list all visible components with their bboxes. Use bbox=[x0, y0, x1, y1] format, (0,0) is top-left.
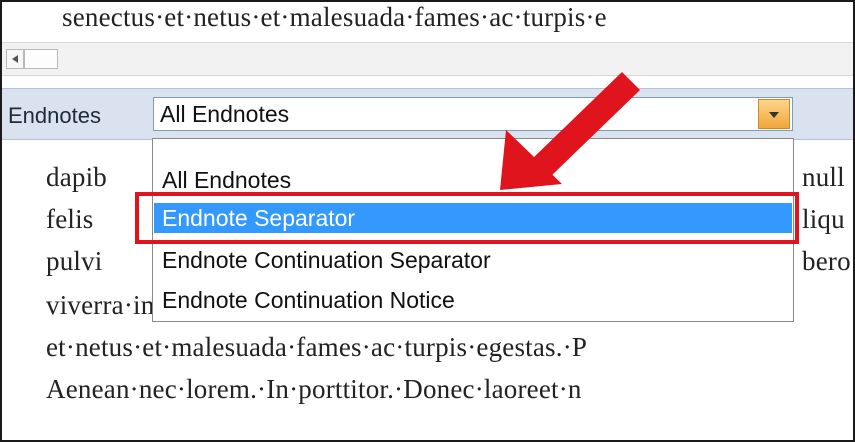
document-text-line: Aenean·nec·lorem.·In·porttitor.·Donec·la… bbox=[46, 374, 582, 404]
dropdown-arrow-icon[interactable] bbox=[758, 99, 790, 129]
notes-label: Endnotes bbox=[8, 103, 101, 128]
document-text-line: et·netus·et·malesuada·fames·ac·turpis·eg… bbox=[46, 332, 588, 362]
scroll-left-arrow-icon[interactable] bbox=[6, 49, 24, 69]
document-text-line: null bbox=[802, 162, 845, 192]
screenshot-frame: senectus·et·netus·et·malesuada·fames·ac·… bbox=[0, 0, 855, 442]
red-highlight-box bbox=[135, 192, 799, 244]
red-arrow-icon bbox=[500, 72, 640, 190]
dropdown-item-all-endnotes[interactable]: All Endnotes bbox=[154, 165, 792, 195]
scroll-thumb[interactable] bbox=[24, 49, 58, 69]
document-text-line: bero bbox=[802, 246, 851, 276]
document-text-line: senectus·et·netus·et·malesuada·fames·ac·… bbox=[62, 2, 607, 32]
combobox-value: All Endnotes bbox=[160, 101, 290, 127]
dropdown-item-endnote-continuation-separator[interactable]: Endnote Continuation Separator bbox=[154, 245, 792, 275]
notes-pane-toolbar: Endnotes All Endnotes bbox=[2, 88, 853, 140]
document-text-line: dapib bbox=[46, 162, 107, 192]
dropdown-item-endnote-continuation-notice[interactable]: Endnote Continuation Notice bbox=[154, 285, 792, 315]
notes-type-combobox[interactable]: All Endnotes bbox=[153, 97, 793, 131]
horizontal-scrollbar[interactable] bbox=[2, 42, 853, 76]
document-text-line: felis bbox=[46, 204, 94, 234]
document-text-line: liqu bbox=[802, 204, 845, 234]
document-text-line: pulvi bbox=[46, 246, 103, 276]
